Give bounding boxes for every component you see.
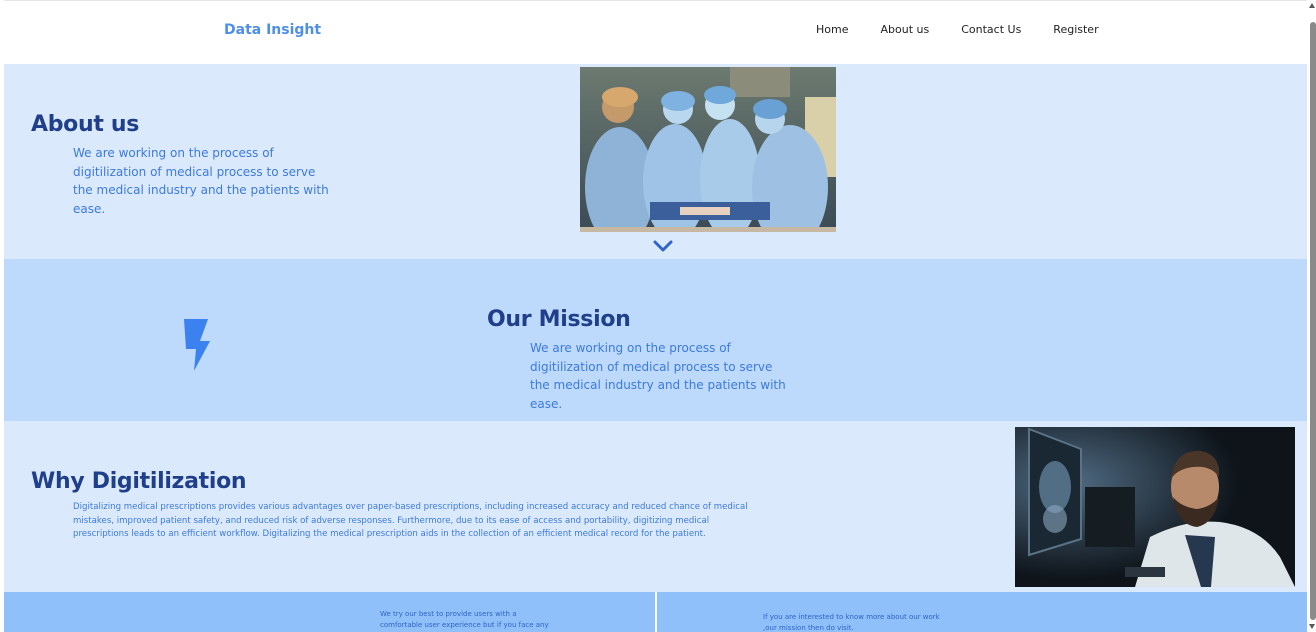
- chevron-down-icon[interactable]: [652, 239, 674, 253]
- scroll-up-arrow-icon[interactable]: [1309, 3, 1315, 8]
- navbar: Data Insight Home About us Contact Us Re…: [4, 0, 1307, 64]
- page: Data Insight Home About us Contact Us Re…: [4, 0, 1307, 632]
- why-text: Digitalizing medical prescriptions provi…: [73, 502, 748, 539]
- surgeons-photo: [580, 67, 836, 232]
- why-section: Why Digitilization Digitalizing medical …: [4, 421, 1307, 592]
- mission-section: Our Mission We are working on the proces…: [4, 259, 1307, 421]
- doctor-photo: [1015, 427, 1295, 587]
- brand-logo[interactable]: Data Insight: [224, 22, 321, 38]
- footer-left-text: We try our best to provide users with a …: [380, 610, 549, 629]
- nav-links: Home About us Contact Us Register: [816, 23, 1131, 36]
- mission-text: We are working on the process of digitil…: [530, 341, 786, 411]
- footer-divider: [655, 592, 657, 632]
- lightning-bolt-icon: [184, 319, 210, 371]
- about-title: About us: [31, 112, 140, 137]
- about-text: We are working on the process of digitil…: [73, 146, 329, 216]
- why-title: Why Digitilization: [31, 469, 247, 494]
- nav-contact-link[interactable]: Contact Us: [961, 23, 1021, 36]
- nav-register-link[interactable]: Register: [1053, 23, 1098, 36]
- nav-home-link[interactable]: Home: [816, 23, 848, 36]
- about-section: About us We are working on the process o…: [4, 64, 1307, 259]
- footer-right-text: If you are interested to know more about…: [763, 613, 940, 632]
- scrollbar-thumb[interactable]: [1310, 22, 1316, 620]
- mission-title: Our Mission: [487, 307, 631, 332]
- scroll-down-arrow-icon[interactable]: [1309, 624, 1315, 629]
- nav-about-link[interactable]: About us: [880, 23, 929, 36]
